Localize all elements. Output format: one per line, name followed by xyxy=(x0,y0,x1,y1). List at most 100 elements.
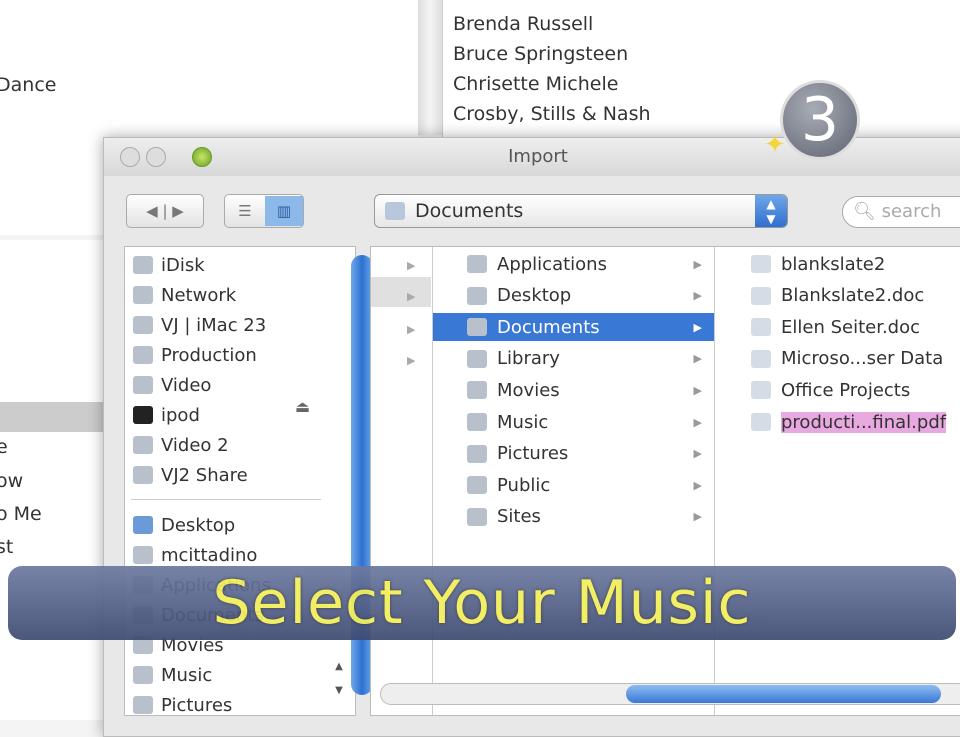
folder-icon xyxy=(467,318,487,337)
folder-row[interactable]: Applications ▶ xyxy=(433,250,714,278)
itunes-source-list: e ow o Me st xyxy=(0,240,104,720)
back-icon[interactable]: ◀ xyxy=(146,202,158,220)
sidebar-item[interactable]: Production xyxy=(133,341,257,369)
idisk-icon xyxy=(133,256,153,274)
item-label: Pictures xyxy=(161,694,233,716)
file-row[interactable]: Office Projects xyxy=(715,376,960,404)
item-label: VJ | iMac 23 xyxy=(161,314,267,336)
folder-row[interactable]: Music ▶ xyxy=(433,408,714,436)
chevron-right-icon: ▶ xyxy=(407,354,416,367)
document-icon xyxy=(751,286,771,305)
folder-row[interactable]: Desktop ▶ xyxy=(433,282,714,310)
folder-icon xyxy=(467,381,487,400)
sidebar-item[interactable]: Video 2 xyxy=(133,431,229,459)
file-row[interactable]: Blankslate2.doc xyxy=(715,282,960,310)
folder-row[interactable]: Pictures ▶ xyxy=(433,440,714,468)
sidebar-item[interactable]: Music xyxy=(133,661,212,689)
computer-icon xyxy=(133,316,153,334)
selected-row[interactable] xyxy=(0,402,104,432)
selected-row[interactable] xyxy=(371,277,431,307)
item-label: iDisk xyxy=(161,254,205,276)
folder-icon xyxy=(467,413,487,431)
eject-icon[interactable]: ⏏ xyxy=(295,397,310,416)
sidebar-item[interactable]: VJ | iMac 23 xyxy=(133,311,266,339)
item-label: Office Projects xyxy=(781,379,911,401)
item-label: Documents xyxy=(497,316,600,338)
home-icon xyxy=(133,546,153,564)
chevron-right-icon: ▶ xyxy=(693,478,702,492)
item-label: Library xyxy=(497,348,560,370)
forward-icon[interactable]: ▶ xyxy=(172,202,184,220)
sidebar-divider xyxy=(131,499,321,500)
view-toggle[interactable]: ☰ ▥ xyxy=(224,194,304,228)
search-input[interactable]: 🔍︎ search xyxy=(842,196,960,228)
chevron-right-icon: ▶ xyxy=(693,320,702,334)
back-forward-buttons[interactable]: ◀ | ▶ xyxy=(126,194,204,228)
server-icon xyxy=(133,466,153,484)
folder-icon xyxy=(467,349,487,368)
item-label: Music xyxy=(161,664,213,686)
item-label: Music xyxy=(497,411,549,433)
item-label: Desktop xyxy=(161,514,236,536)
file-row[interactable]: Ellen Seiter.doc xyxy=(715,313,960,341)
scroll-thumb[interactable] xyxy=(626,685,941,703)
list-view-icon[interactable]: ☰ xyxy=(225,202,265,220)
sparkle-icon: ✦ xyxy=(764,130,786,160)
item-label: mcittadino xyxy=(161,544,258,566)
sidebar-item[interactable]: Desktop xyxy=(133,511,235,539)
sidebar-item[interactable]: Pictures xyxy=(133,691,232,719)
network-icon xyxy=(133,286,153,304)
item-label: VJ2 Share xyxy=(161,464,248,486)
column-browser: ▶ ▶ ▶ ▶ Applications ▶ Desktop ▶ Documents ▶ L… xyxy=(370,246,960,716)
location-popup[interactable]: Documents ▲ ▼ xyxy=(374,194,788,228)
list-item[interactable]: e xyxy=(0,436,8,458)
item-label: blankslate2 xyxy=(781,253,886,275)
step-badge: 3 xyxy=(780,80,860,160)
search-icon: 🔍︎ xyxy=(853,201,876,222)
item-label: Desktop xyxy=(497,285,572,307)
scrollbar[interactable] xyxy=(418,0,442,135)
desktop-icon xyxy=(133,516,153,534)
list-item[interactable]: ow xyxy=(0,470,23,492)
item-label: Movies xyxy=(497,379,560,401)
horizontal-scrollbar[interactable] xyxy=(380,683,960,705)
list-item[interactable]: st xyxy=(0,536,13,558)
item-label: Ellen Seiter.doc xyxy=(781,316,921,338)
artist-item[interactable]: Chrisette Michele xyxy=(453,73,618,95)
folder-row[interactable]: Movies ▶ xyxy=(433,376,714,404)
folder-icon xyxy=(467,444,487,463)
chevron-right-icon: ▶ xyxy=(693,510,702,524)
sidebar-item[interactable]: Video xyxy=(133,371,211,399)
sidebar-item[interactable]: iDisk xyxy=(133,251,205,279)
server-icon xyxy=(133,346,153,364)
folder-icon xyxy=(751,381,771,400)
sidebar: ⏏ ▲ ▼ iDisk Network VJ | iMac 23 Production V… xyxy=(124,246,373,719)
folder-row[interactable]: Public ▶ xyxy=(433,471,714,499)
folder-icon xyxy=(751,349,771,368)
folder-row[interactable]: Sites ▶ xyxy=(433,503,714,531)
pictures-icon xyxy=(133,696,153,714)
artist-item[interactable]: Brenda Russell xyxy=(453,13,593,35)
column-2: Applications ▶ Desktop ▶ Documents ▶ Library ▶ M… xyxy=(433,247,715,715)
artist-list: Brenda Russell Bruce Springsteen Chriset… xyxy=(442,0,960,140)
folder-row[interactable]: Documents ▶ xyxy=(433,313,714,342)
file-row[interactable]: Microso...ser Data xyxy=(715,345,960,373)
artist-item[interactable]: Bruce Springsteen xyxy=(453,43,628,65)
sidebar-item[interactable]: mcittadino xyxy=(133,541,257,569)
sidebar-item[interactable]: VJ2 Share xyxy=(133,461,248,489)
folder-icon xyxy=(467,476,487,495)
chevron-right-icon: ▶ xyxy=(693,447,702,461)
item-label: Microso...ser Data xyxy=(781,348,944,370)
column-view-icon[interactable]: ▥ xyxy=(265,196,303,226)
scroll-arrows[interactable]: ▲ ▼ xyxy=(331,655,347,703)
playlist-item[interactable]: Dance xyxy=(0,74,56,96)
folder-row[interactable]: Library ▶ xyxy=(433,345,714,373)
list-item[interactable]: o Me xyxy=(0,503,42,525)
folder-icon xyxy=(385,202,405,220)
artist-item[interactable]: Crosby, Stills & Nash xyxy=(453,103,651,125)
file-row[interactable]: producti...final.pdf xyxy=(715,408,960,436)
sidebar-item[interactable]: ipod xyxy=(133,401,200,429)
item-label: Pictures xyxy=(497,443,569,465)
sidebar-item[interactable]: Network xyxy=(133,281,236,309)
file-row[interactable]: blankslate2 xyxy=(715,250,960,278)
